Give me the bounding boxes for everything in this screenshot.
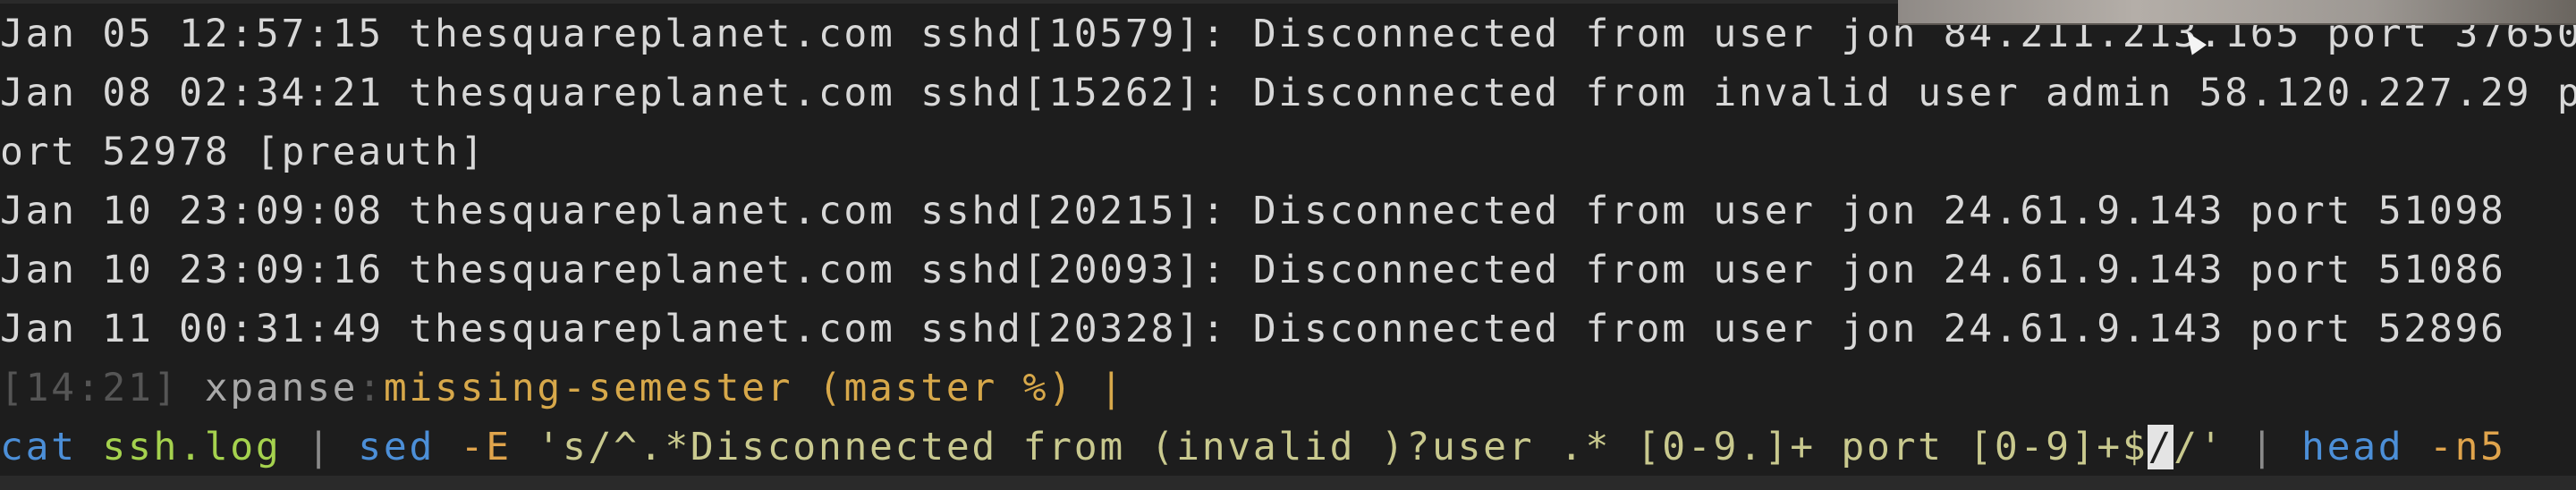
prompt-user: xpanse [204, 366, 359, 410]
command-head: head [2301, 425, 2404, 469]
shell-prompt: [14:21] xpanse:missing-semester (master … [0, 361, 1125, 415]
log-line-5: Jan 11 00:31:49 thesquareplanet.com sshd… [0, 307, 2506, 351]
flag-extended-regex: -E [460, 425, 512, 469]
command-sed: sed [358, 425, 436, 469]
prompt-git-status: (master %) [818, 366, 1074, 410]
log-line-2: Jan 08 02:34:21 thesquareplanet.com sshd… [0, 71, 2576, 115]
sed-expression-start: 's/^.*Disconnected from (invalid )?user … [537, 425, 2148, 469]
webcam-overlay [1898, 0, 2576, 25]
log-line-2-wrap: ort 52978 [preauth] [0, 130, 487, 174]
command-line[interactable]: cat ssh.log | sed -E 's/^.*Disconnected … [0, 420, 2506, 474]
bottom-status-strip [0, 476, 2576, 490]
pipe-symbol-2: | [2250, 425, 2276, 469]
argument-ssh-log: ssh.log [102, 425, 282, 469]
pipe-symbol-1: | [307, 425, 333, 469]
prompt-end-marker: | [1099, 366, 1125, 410]
log-line-3: Jan 10 23:09:08 thesquareplanet.com sshd… [0, 189, 2506, 233]
sed-expression-end: /' [2174, 425, 2225, 469]
prompt-time: [14:21] [0, 366, 180, 410]
log-line-4: Jan 10 23:09:16 thesquareplanet.com sshd… [0, 248, 2506, 292]
flag-line-count: -n5 [2428, 425, 2506, 469]
text-cursor[interactable]: / [2148, 425, 2174, 469]
command-cat: cat [0, 425, 77, 469]
prompt-separator: : [358, 366, 384, 410]
prompt-directory: missing-semester [383, 366, 793, 410]
terminal-window[interactable]: Jan 05 12:57:15 thesquareplanet.com sshd… [0, 0, 2576, 490]
